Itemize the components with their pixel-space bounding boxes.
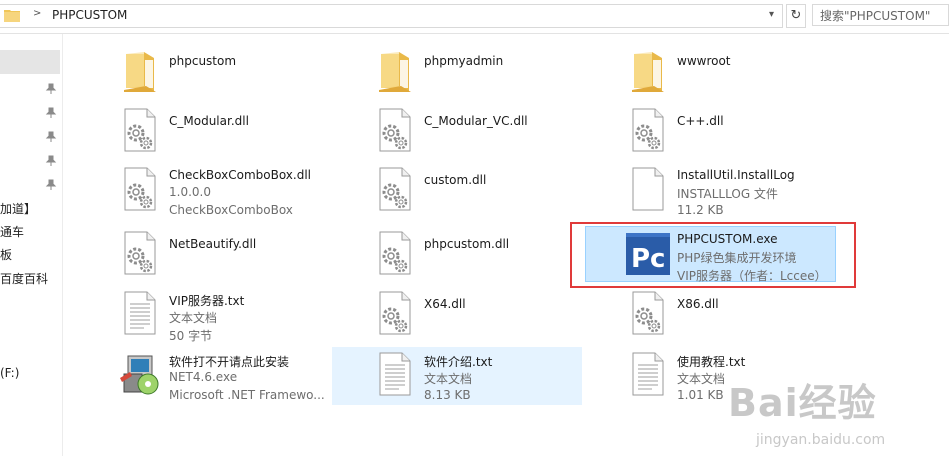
nav-selected-item[interactable]: [0, 50, 60, 74]
dll-gear-icon: [624, 289, 672, 337]
file-name: 软件打不开请点此安装: [169, 355, 290, 369]
nav-item-label[interactable]: 通车: [0, 223, 24, 240]
file-name: phpmyadmin: [424, 54, 504, 68]
blank-file-icon: [624, 165, 672, 213]
file-detail: INSTALLLOG 文件: [677, 187, 778, 201]
file-name: phpcustom.dll: [424, 237, 510, 251]
file-name: CheckBoxComboBox.dll: [169, 168, 311, 182]
nav-item-drive[interactable]: (F:): [0, 366, 19, 380]
watermark-url: jingyan.baidu.com: [756, 432, 886, 448]
dll-gear-icon: [116, 165, 164, 213]
text-file-icon: [624, 350, 672, 398]
file-name: InstallUtil.InstallLog: [677, 168, 795, 182]
file-name: X86.dll: [677, 297, 719, 311]
file-detail: 50 字节: [169, 329, 213, 343]
annotation-box: [570, 222, 856, 288]
search-input[interactable]: 搜索"PHPCUSTOM": [812, 4, 949, 26]
file-detail: 1.0.0.0: [169, 185, 211, 199]
file-name: custom.dll: [424, 173, 487, 187]
dll-gear-icon: [371, 289, 419, 337]
file-name: C++.dll: [677, 114, 724, 128]
file-detail: 文本文档: [424, 372, 473, 386]
folder-icon: [4, 10, 20, 22]
dll-gear-icon: [116, 106, 164, 154]
file-detail: NET4.6.exe: [169, 370, 238, 384]
dll-gear-icon: [371, 165, 419, 213]
nav-item-label[interactable]: 百度百科: [0, 270, 48, 287]
folder-icon: [624, 46, 672, 94]
file-name: NetBeautify.dll: [169, 237, 257, 251]
dll-gear-icon: [371, 229, 419, 277]
text-file-icon: [116, 289, 164, 337]
address-bar: > PHPCUSTOM ▾ ↻ 搜索"PHPCUSTOM": [0, 0, 949, 34]
refresh-button[interactable]: ↻: [786, 4, 806, 28]
file-detail: Microsoft .NET Framewo...: [169, 388, 325, 402]
file-name: 软件介绍.txt: [424, 355, 493, 369]
file-detail: CheckBoxComboBox: [169, 203, 293, 217]
file-name: wwwroot: [677, 54, 731, 68]
nav-item-label[interactable]: 加道】: [0, 200, 36, 217]
text-file-icon: [371, 350, 419, 398]
nav-item-label[interactable]: 板: [0, 246, 12, 263]
pin-icon[interactable]: [45, 83, 57, 95]
pin-icon[interactable]: [45, 179, 57, 191]
file-name: 使用教程.txt: [677, 355, 746, 369]
pin-icon[interactable]: [45, 107, 57, 119]
file-name: C_Modular_VC.dll: [424, 114, 528, 128]
file-detail: 文本文档: [169, 311, 218, 325]
file-name: X64.dll: [424, 297, 466, 311]
chevron-down-icon[interactable]: ▾: [769, 9, 774, 20]
refresh-icon: ↻: [790, 8, 802, 23]
pin-icon[interactable]: [45, 155, 57, 167]
file-detail: 1.01 KB: [677, 388, 724, 402]
file-detail: 11.2 KB: [677, 203, 724, 217]
navigation-pane: 加道】 通车 板 百度百科 (F:): [0, 34, 63, 456]
file-detail: 8.13 KB: [424, 388, 471, 402]
file-name: phpcustom: [169, 54, 237, 68]
watermark: Bai经验 jingyan.baidu.com: [728, 372, 943, 456]
installer-icon: [116, 350, 164, 398]
dll-gear-icon: [371, 106, 419, 154]
watermark-brand: Bai经验: [728, 381, 877, 425]
file-name: VIP服务器.txt: [169, 294, 245, 308]
dll-gear-icon: [624, 106, 672, 154]
breadcrumb-path[interactable]: PHPCUSTOM: [52, 8, 127, 22]
folder-icon: [116, 46, 164, 94]
dll-gear-icon: [116, 229, 164, 277]
pin-icon[interactable]: [45, 131, 57, 143]
file-name: C_Modular.dll: [169, 114, 249, 128]
folder-icon: [371, 46, 419, 94]
breadcrumb-separator-icon[interactable]: >: [33, 8, 41, 19]
file-detail: 文本文档: [677, 372, 726, 386]
